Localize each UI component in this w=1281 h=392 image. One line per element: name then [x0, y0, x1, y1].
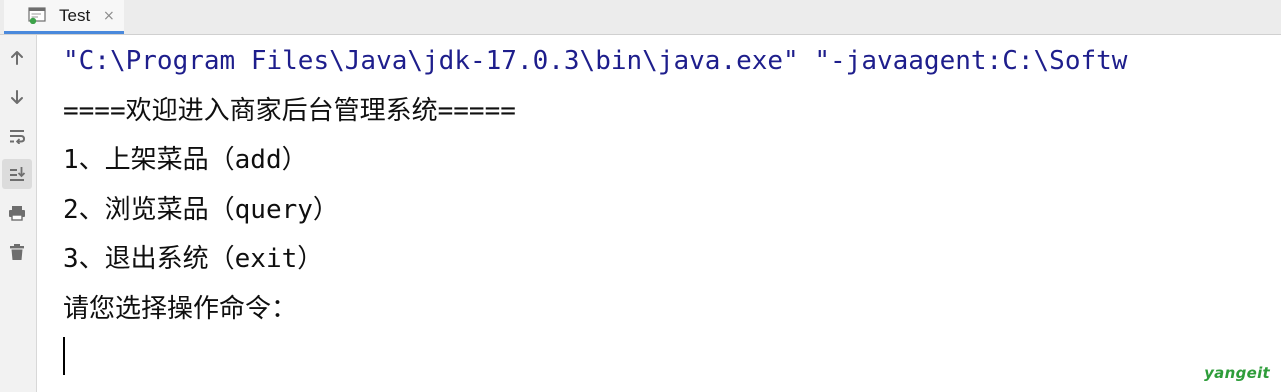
- console-output-line: ====欢迎进入商家后台管理系统=====: [63, 96, 516, 126]
- console-output[interactable]: "C:\Program Files\Java\jdk-17.0.3\bin\ja…: [37, 35, 1281, 392]
- console-toolbar: [0, 35, 37, 392]
- console-output-line: 请您选择操作命令：: [63, 294, 298, 324]
- tab-test[interactable]: Test ×: [4, 0, 124, 34]
- console-output-line: 2、浏览菜品（query）: [63, 195, 339, 225]
- console-output-line: 1、上架菜品（add）: [63, 145, 308, 175]
- trash-icon: [9, 243, 25, 261]
- soft-wrap-button[interactable]: [2, 121, 32, 151]
- watermark: yangeit: [1204, 364, 1270, 382]
- down-arrow-icon: [9, 89, 25, 105]
- console-window-icon: [28, 7, 46, 25]
- text-caret: [63, 337, 65, 375]
- scroll-to-end-icon: [8, 166, 26, 182]
- soft-wrap-icon: [8, 128, 26, 144]
- run-tool-window: Test × "C:\Program Files\Java\jdk-17.0.3…: [0, 0, 1281, 392]
- clear-all-button[interactable]: [2, 237, 32, 267]
- close-icon[interactable]: ×: [103, 6, 115, 26]
- down-arrow-button[interactable]: [2, 82, 32, 112]
- print-icon: [8, 205, 26, 221]
- console-output-line: 3、退出系统（exit）: [63, 244, 324, 274]
- up-arrow-icon: [9, 50, 25, 66]
- print-button[interactable]: [2, 198, 32, 228]
- tab-label: Test: [59, 6, 91, 25]
- console-command-line: "C:\Program Files\Java\jdk-17.0.3\bin\ja…: [63, 46, 1128, 76]
- scroll-to-end-button[interactable]: [2, 159, 32, 189]
- tab-bar: Test ×: [0, 0, 1281, 35]
- up-arrow-button[interactable]: [2, 43, 32, 73]
